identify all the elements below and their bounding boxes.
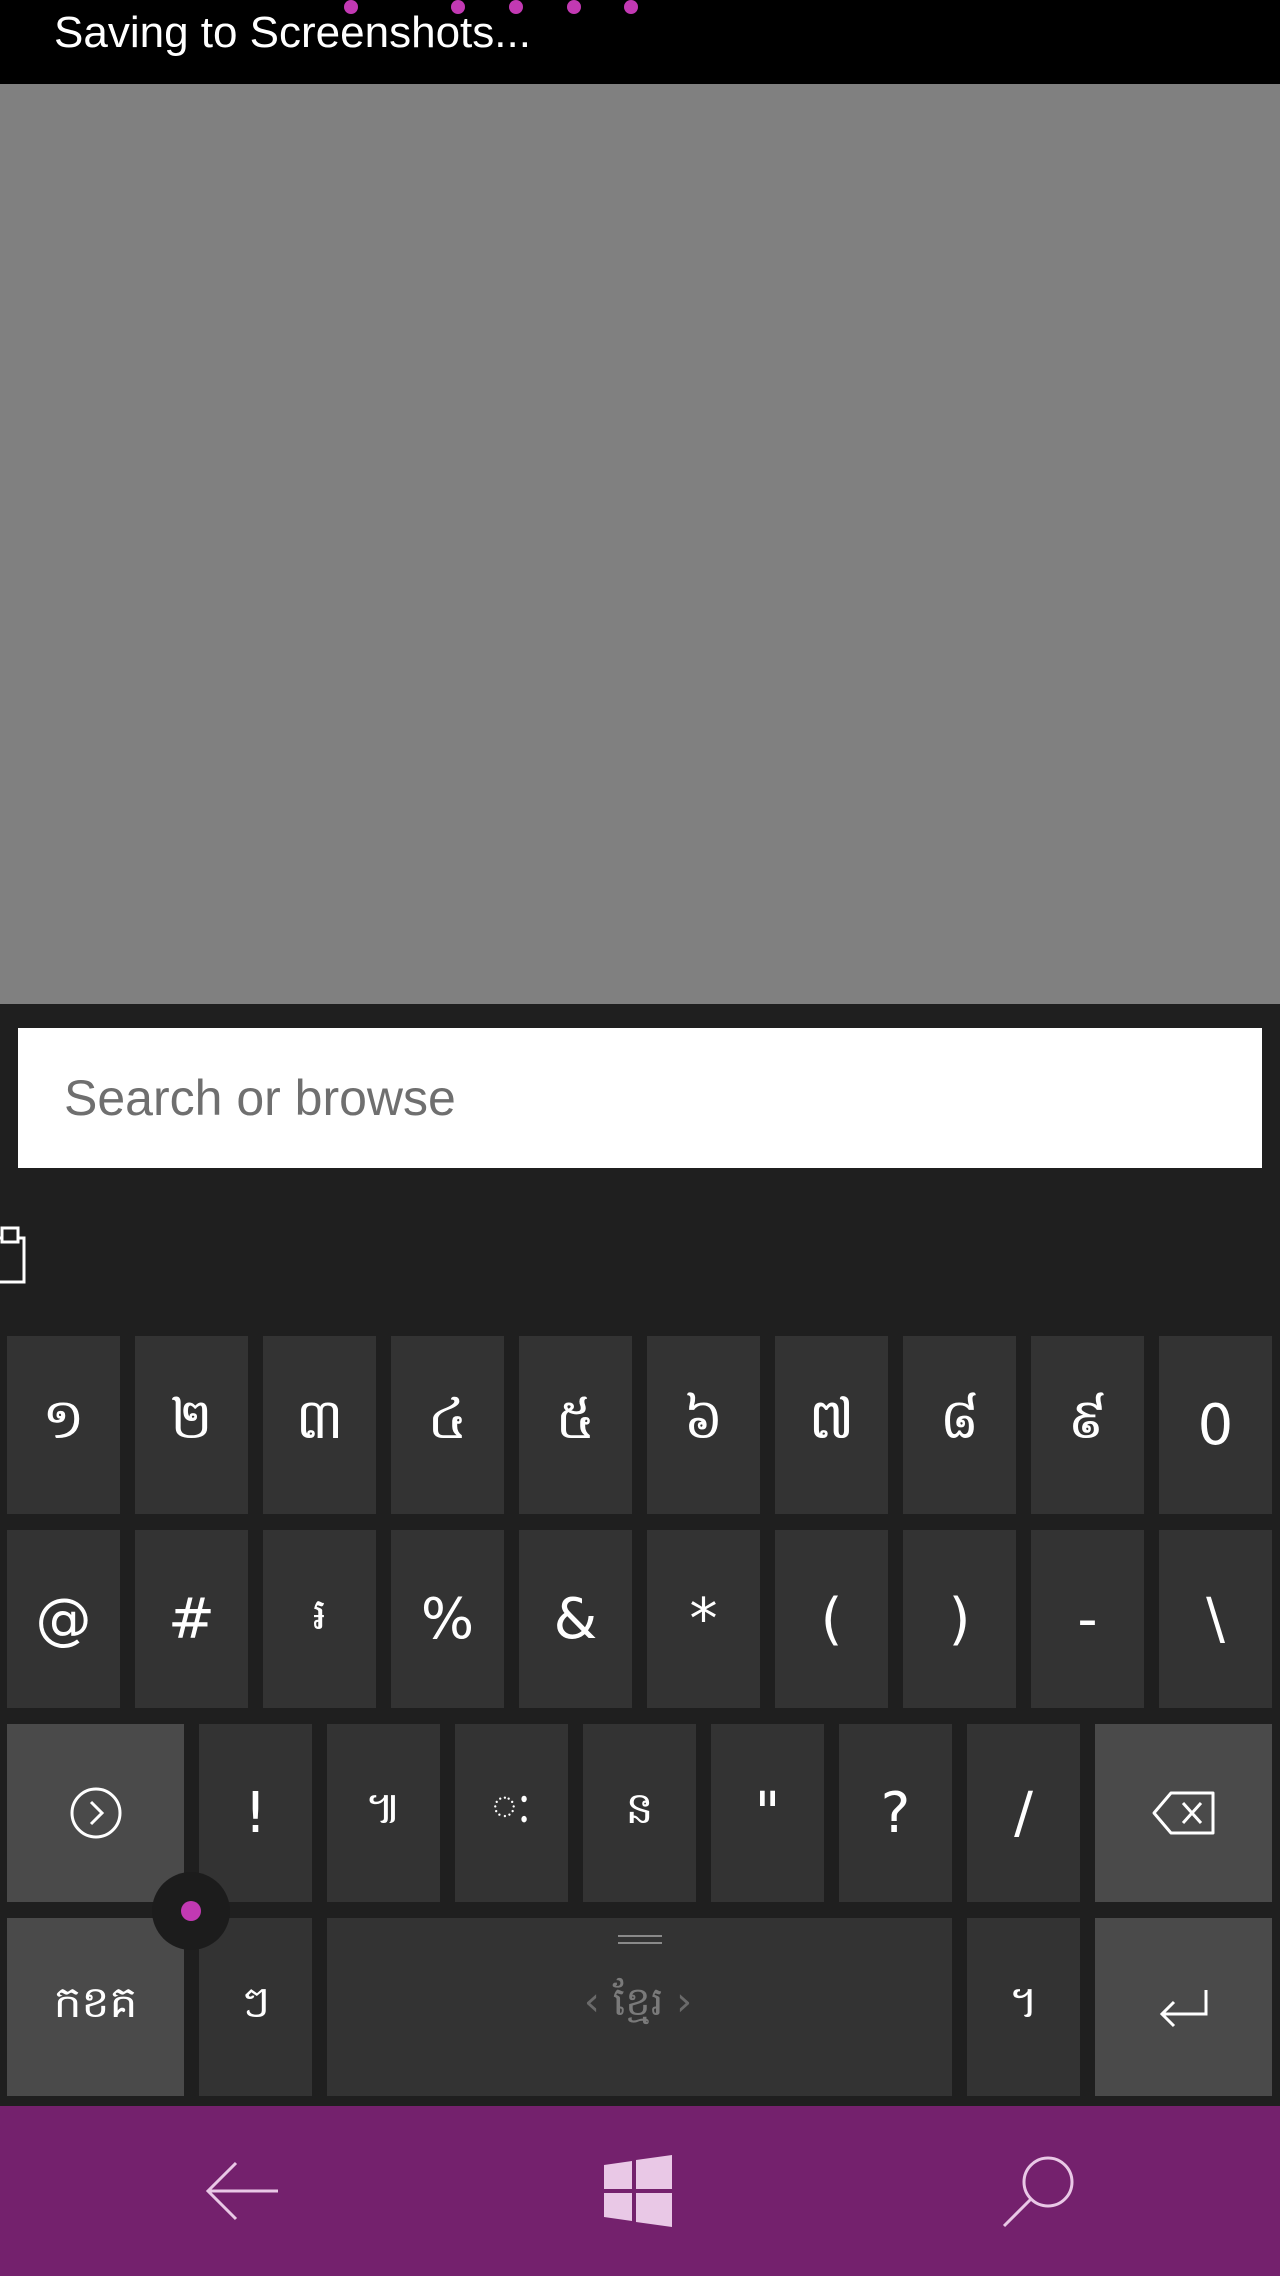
key-at[interactable]: @ [7, 1530, 120, 1708]
key-khan-period[interactable]: ។ [967, 1918, 1080, 2096]
key-hyphen[interactable]: - [1031, 1530, 1144, 1708]
key-open-paren[interactable]: ( [775, 1530, 888, 1708]
next-page-key[interactable] [7, 1724, 184, 1902]
key-khmer-7[interactable]: ៧ [775, 1336, 888, 1514]
start-button[interactable] [593, 2146, 683, 2236]
back-arrow-icon [205, 2161, 278, 2221]
key-backslash[interactable]: \ [1159, 1530, 1272, 1708]
status-bar: Saving to Screenshots... [0, 0, 1280, 84]
drag-handle-icon [618, 1935, 662, 1944]
key-quote[interactable]: " [711, 1724, 824, 1902]
progress-dot [344, 0, 358, 14]
key-ampersand[interactable]: & [519, 1530, 632, 1708]
key-khmer-no[interactable]: ន [583, 1724, 696, 1902]
status-text: Saving to Screenshots... [54, 8, 531, 57]
progress-dot [509, 0, 523, 14]
key-riel[interactable]: ៛ [263, 1530, 376, 1708]
language-label: ខ្មែរ [612, 1979, 664, 2025]
key-slash[interactable]: / [967, 1724, 1080, 1902]
enter-key[interactable] [1095, 1918, 1272, 2096]
key-question[interactable]: ? [839, 1724, 952, 1902]
clipboard-icon[interactable] [0, 1220, 34, 1284]
language-indicator: ‹ ខ្មែរ › [325, 1976, 951, 2035]
key-khmer-4[interactable]: ៤ [391, 1336, 504, 1514]
chevron-right-icon: › [676, 1979, 693, 2025]
key-exclamation[interactable]: ! [199, 1724, 312, 1902]
key-zero[interactable]: 0 [1159, 1336, 1272, 1514]
key-khan[interactable]: ៕ [327, 1724, 440, 1902]
key-khmer-2[interactable]: ២ [135, 1336, 248, 1514]
progress-dot [567, 0, 581, 14]
back-button[interactable] [197, 2146, 287, 2236]
next-arrow-icon [70, 1787, 121, 1839]
key-hash[interactable]: # [135, 1530, 248, 1708]
windows-icon [604, 2155, 672, 2227]
backspace-key[interactable] [1095, 1724, 1272, 1902]
key-camnuc[interactable]: ៈ [455, 1724, 568, 1902]
progress-dot [451, 0, 465, 14]
progress-dot [624, 0, 638, 14]
key-close-paren[interactable]: ) [903, 1530, 1016, 1708]
key-khmer-3[interactable]: ៣ [263, 1336, 376, 1514]
cursor-control-stick[interactable] [152, 1872, 230, 1950]
key-khmer-6[interactable]: ៦ [647, 1336, 760, 1514]
search-button[interactable] [994, 2146, 1084, 2236]
chevron-left-icon: ‹ [583, 1979, 600, 2025]
backspace-icon [1152, 1791, 1214, 1835]
key-khmer-1[interactable]: ១ [7, 1336, 120, 1514]
key-percent[interactable]: % [391, 1530, 504, 1708]
enter-icon [1159, 1990, 1207, 2028]
key-asterisk[interactable]: * [647, 1530, 760, 1708]
key-khmer-9[interactable]: ៩ [1031, 1336, 1144, 1514]
layout-switch-key[interactable]: កខគ [7, 1918, 184, 2096]
search-input[interactable] [18, 1028, 1262, 1168]
key-lek-too[interactable]: ៗ [199, 1918, 312, 2096]
key-khmer-8[interactable]: ៨ [903, 1336, 1016, 1514]
search-icon [1002, 2156, 1074, 2228]
page-content-area [0, 84, 1280, 1004]
key-khmer-5[interactable]: ៥ [519, 1336, 632, 1514]
